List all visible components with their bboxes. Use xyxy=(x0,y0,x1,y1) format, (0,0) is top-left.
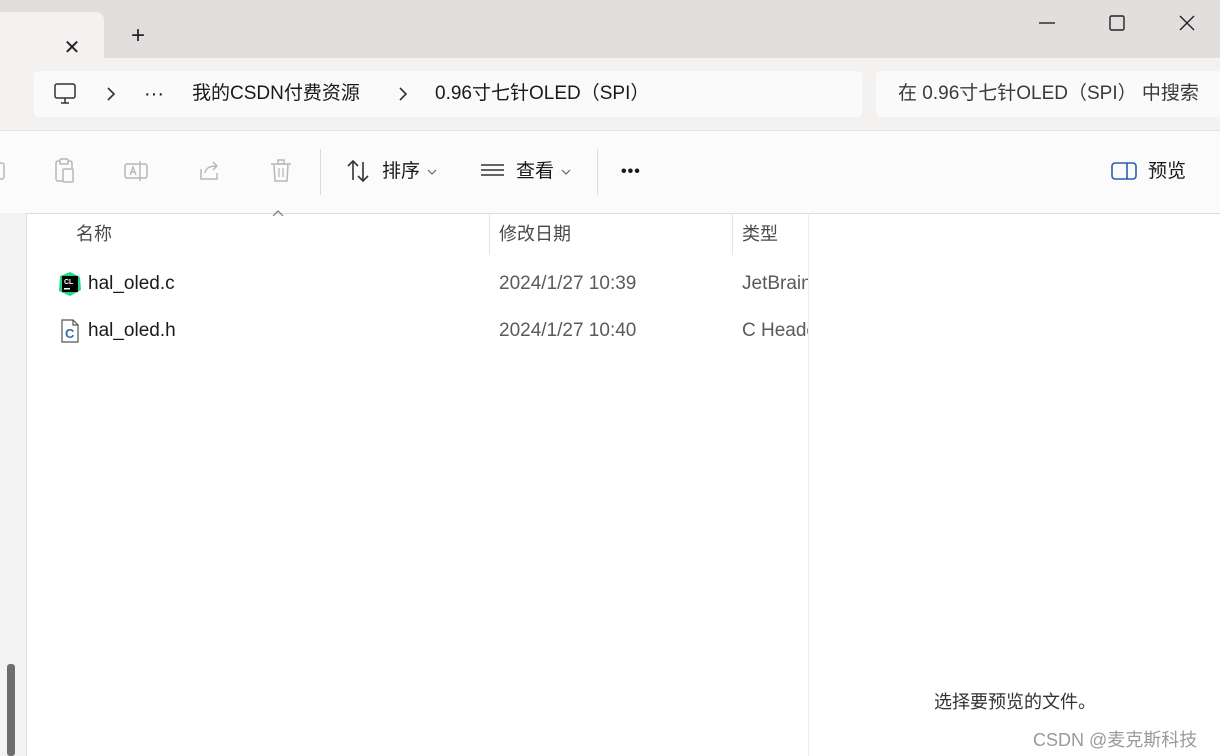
file-type: C Header File xyxy=(742,320,808,341)
breadcrumb-item[interactable]: 我的CSDN付费资源 xyxy=(192,71,360,117)
svg-text:CL: CL xyxy=(64,279,74,286)
chevron-down-icon[interactable] xyxy=(561,168,571,176)
search-input[interactable]: 在 0.96寸七针OLED（SPI） 中搜索 xyxy=(876,71,1220,117)
maximize-icon xyxy=(1109,15,1125,31)
search-placeholder: 在 0.96寸七针OLED（SPI） 中搜索 xyxy=(898,83,1199,104)
chevron-down-icon[interactable] xyxy=(427,168,437,176)
sort-button[interactable]: 排序 xyxy=(382,131,420,213)
sort-icon[interactable] xyxy=(344,157,372,185)
column-header-modified[interactable]: 修改日期 xyxy=(499,213,571,255)
tab-current[interactable]: ✕ xyxy=(0,12,104,59)
command-bar: 排序 查看 ••• 预览 xyxy=(0,130,1220,214)
preview-empty-message: 选择要预览的文件。 xyxy=(934,692,1096,712)
sort-ascending-icon xyxy=(272,206,284,220)
watermark: CSDN @麦克斯科技 xyxy=(1033,730,1198,750)
cut-icon[interactable] xyxy=(0,157,14,185)
c-header-file-icon: C xyxy=(61,319,79,343)
navigation-scrollbar[interactable] xyxy=(7,664,15,756)
column-header-type[interactable]: 类型 xyxy=(742,213,778,255)
title-bar: ✕ + xyxy=(0,0,1220,59)
address-row: ··· 我的CSDN付费资源 0.96寸七针OLED（SPI） 在 0.96寸七… xyxy=(0,58,1220,130)
delete-icon[interactable] xyxy=(267,157,295,185)
file-type: JetBrains CLion xyxy=(742,273,808,294)
view-button[interactable]: 查看 xyxy=(516,131,554,213)
column-divider[interactable] xyxy=(732,213,733,255)
svg-text:C: C xyxy=(65,326,75,341)
clion-file-icon: CL xyxy=(59,272,81,296)
column-divider[interactable] xyxy=(489,213,490,255)
minimize-button[interactable] xyxy=(1012,2,1082,42)
file-row[interactable]: CL hal_oled.c 2024/1/27 10:39 JetBrains … xyxy=(26,261,808,307)
close-window-button[interactable] xyxy=(1152,2,1220,42)
breadcrumb-item-current[interactable]: 0.96寸七针OLED（SPI） xyxy=(435,71,649,117)
column-header-name[interactable]: 名称 xyxy=(76,213,112,255)
close-icon xyxy=(1179,15,1195,31)
preview-pane-icon[interactable] xyxy=(1110,157,1138,185)
toolbar-divider xyxy=(320,149,321,195)
file-modified: 2024/1/27 10:39 xyxy=(499,273,637,294)
toolbar-divider xyxy=(597,149,598,195)
more-options-button[interactable]: ••• xyxy=(621,131,641,213)
maximize-button[interactable] xyxy=(1082,2,1152,42)
preview-button[interactable]: 预览 xyxy=(1148,131,1186,213)
chevron-right-icon[interactable] xyxy=(396,84,410,104)
file-name: hal_oled.h xyxy=(88,320,176,341)
address-bar[interactable]: ··· 我的CSDN付费资源 0.96寸七针OLED（SPI） xyxy=(34,71,862,117)
view-icon[interactable] xyxy=(479,157,507,185)
breadcrumb-overflow[interactable]: ··· xyxy=(144,71,164,117)
minimize-icon xyxy=(1039,22,1055,24)
file-name: hal_oled.c xyxy=(88,273,175,294)
new-tab-button[interactable]: + xyxy=(124,22,152,50)
file-row[interactable]: C hal_oled.h 2024/1/27 10:40 C Header Fi… xyxy=(26,308,808,354)
chevron-right-icon[interactable] xyxy=(104,84,118,104)
this-pc-icon[interactable] xyxy=(52,82,78,106)
preview-pane-divider[interactable] xyxy=(808,213,809,756)
paste-icon[interactable] xyxy=(51,157,79,185)
share-icon[interactable] xyxy=(195,157,223,185)
file-modified: 2024/1/27 10:40 xyxy=(499,320,637,341)
rename-icon[interactable] xyxy=(122,157,150,185)
